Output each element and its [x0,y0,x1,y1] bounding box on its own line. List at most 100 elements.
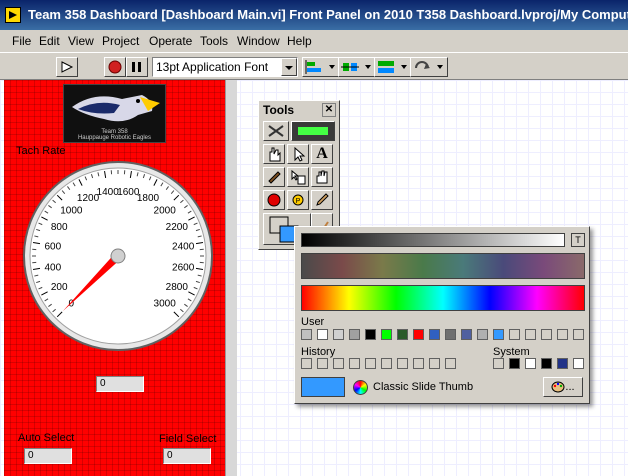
position-icon [294,146,306,162]
history-colors-label: History [301,346,336,358]
history-color-swatch[interactable] [429,358,440,369]
color-copy-icon [316,193,329,206]
history-color-swatch[interactable] [397,358,408,369]
auto-select-field[interactable]: 0 [24,448,72,464]
user-color-swatch[interactable] [429,329,440,340]
operate-icon [269,147,281,162]
menu-help[interactable]: Help [287,34,312,48]
system-color-swatch[interactable] [573,358,584,369]
gauge-tick-label: 400 [44,262,61,273]
more-colors-button[interactable]: ... [543,377,583,397]
text-icon: A [316,145,328,162]
user-color-swatch[interactable] [413,329,424,340]
text-tool-button[interactable]: A [311,144,333,164]
align-objects-button[interactable] [302,57,340,77]
user-color-swatch[interactable] [333,329,344,340]
close-icon[interactable]: ✕ [322,103,336,117]
user-color-swatch[interactable] [461,329,472,340]
system-color-swatch[interactable] [557,358,568,369]
wiring-icon [268,171,281,184]
distribute-objects-button[interactable] [338,57,376,77]
system-color-swatch[interactable] [541,358,552,369]
history-color-swatch[interactable] [349,358,360,369]
system-color-swatch[interactable] [525,358,536,369]
muted-color-ramp[interactable] [301,253,585,279]
tools-palette-header[interactable]: Tools ✕ [260,102,338,118]
user-color-swatch[interactable] [349,329,360,340]
classic-slide-thumb-label: Classic Slide Thumb [373,381,474,393]
wiring-tool-button[interactable] [263,167,285,187]
shortcut-menu-icon [291,169,306,185]
scroll-tool-button[interactable] [311,167,333,187]
user-color-swatch[interactable] [557,329,568,340]
resize-objects-button[interactable] [374,57,412,77]
probe-tool-button[interactable]: P [287,190,309,210]
palette-icon [551,381,565,393]
current-color-swatch [301,377,345,397]
abort-button[interactable] [104,57,126,77]
gauge-tick-label: 800 [51,222,68,233]
color-copy-tool-button[interactable] [311,190,333,210]
menu-window[interactable]: Window [237,34,280,48]
logo-subtitle-text: Hauppauge Robotic Eagles [77,135,152,141]
history-color-swatch[interactable] [381,358,392,369]
history-color-swatch[interactable] [333,358,344,369]
menu-tools[interactable]: Tools [200,34,228,48]
user-color-swatch[interactable] [477,329,488,340]
gauge-tick-label: 3000 [154,299,177,310]
menu-view[interactable]: View [68,34,94,48]
font-select[interactable]: 13pt Application Font [152,57,298,77]
system-color-swatch[interactable] [509,358,520,369]
toolbar: 13pt Application Font [0,52,628,80]
user-color-swatch[interactable] [525,329,536,340]
tach-rate-label: Tach Rate [16,145,66,157]
run-arrow-button[interactable] [56,57,78,77]
user-color-swatch[interactable] [493,329,504,340]
gauge-tick-label: 2000 [154,205,177,216]
probe-icon: P [292,194,304,206]
user-color-swatch[interactable] [573,329,584,340]
panel-splitter[interactable] [225,80,237,476]
user-color-swatch[interactable] [397,329,408,340]
menu-file[interactable]: File [12,34,31,48]
pause-button[interactable] [126,57,148,77]
user-color-swatch[interactable] [541,329,552,340]
position-tool-button[interactable] [287,144,309,164]
color-wheel-icon[interactable] [353,380,368,395]
tach-rate-gauge[interactable]: 0200400600800100012001400160018002000220… [22,160,214,352]
menu-project[interactable]: Project [102,34,139,48]
tools-palette-title: Tools [263,103,295,117]
user-color-swatch[interactable] [365,329,376,340]
transparent-button[interactable]: T [571,233,585,247]
menu-edit[interactable]: Edit [39,34,60,48]
user-color-swatch[interactable] [317,329,328,340]
user-color-swatch[interactable] [445,329,456,340]
user-color-swatch[interactable] [381,329,392,340]
operate-tool-button[interactable] [263,144,285,164]
history-color-swatch[interactable] [317,358,328,369]
auto-tool-led-icon [298,127,328,135]
shortcut-menu-tool-button[interactable] [287,167,309,187]
system-color-swatch[interactable] [493,358,504,369]
distribute-objects-icon [341,63,371,71]
breakpoint-tool-button[interactable] [263,190,285,210]
svg-text:P: P [296,198,301,205]
font-select-dropdown[interactable] [281,58,297,76]
user-color-swatch[interactable] [509,329,520,340]
history-color-swatch[interactable] [413,358,424,369]
reorder-button[interactable] [410,57,448,77]
color-picker-popup: T User History System Classic Slide Thum… [294,226,590,404]
user-color-swatch[interactable] [301,329,312,340]
history-color-swatch[interactable] [301,358,312,369]
reorder-icon [415,61,443,69]
tach-rate-readout[interactable]: 0 [96,376,144,392]
history-color-swatch[interactable] [365,358,376,369]
history-color-swatch[interactable] [445,358,456,369]
menu-operate[interactable]: Operate [149,34,192,48]
labview-app-icon[interactable] [5,7,21,23]
auto-select-label: Auto Select [18,432,75,444]
auto-tool-button[interactable] [263,121,289,141]
grayscale-ramp[interactable] [301,233,565,247]
hue-color-ramp[interactable] [301,285,585,311]
field-select-field[interactable]: 0 [163,448,211,464]
